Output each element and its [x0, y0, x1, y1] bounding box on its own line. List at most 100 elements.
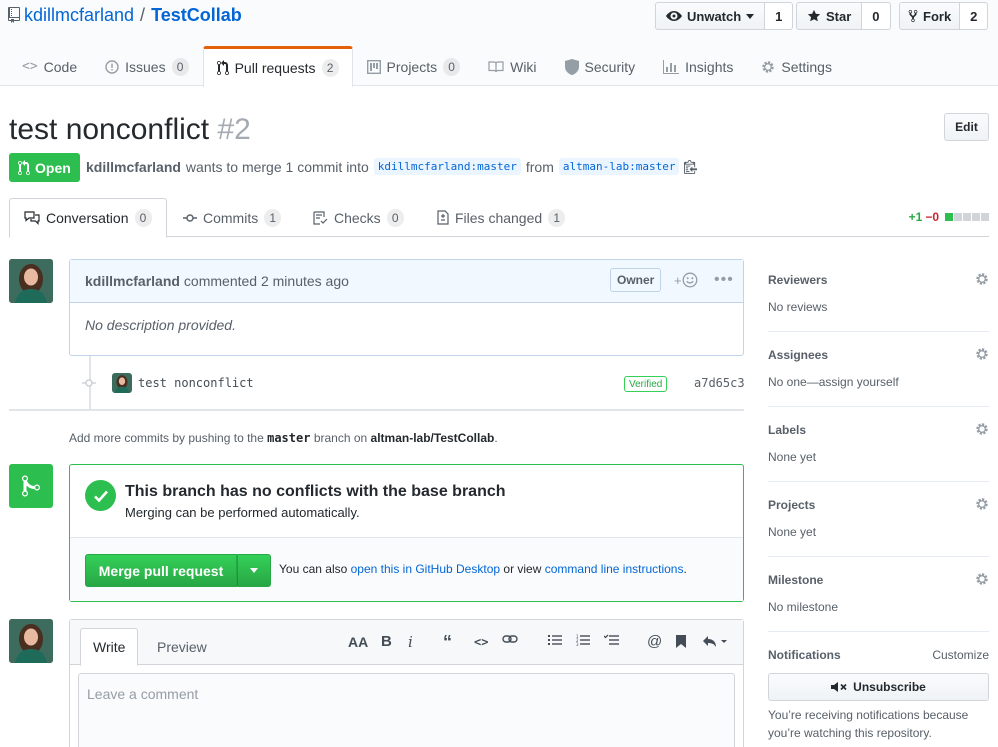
gear-icon[interactable]	[975, 271, 989, 287]
owner-badge: Owner	[610, 268, 662, 292]
open-desktop-link[interactable]: open this in GitHub Desktop	[351, 562, 500, 576]
pr-number: #2	[217, 113, 251, 146]
ordered-list-icon[interactable]: 123	[576, 634, 590, 646]
forks-count[interactable]: 2	[960, 2, 989, 30]
sidebar-reviewers[interactable]: Reviewers No reviews	[768, 273, 989, 332]
text-size-icon[interactable]: AA	[348, 634, 368, 650]
unwatch-label: Unwatch	[687, 8, 742, 24]
tab-commits[interactable]: Commits 1	[169, 198, 295, 237]
assignees-value[interactable]: No one—assign yourself	[768, 375, 899, 389]
nav-projects[interactable]: Projects 0	[353, 46, 475, 86]
comment-timestamp[interactable]: commented 2 minutes ago	[184, 273, 349, 289]
gear-icon[interactable]	[975, 421, 989, 437]
unsubscribe-button[interactable]: Unsubscribe	[768, 673, 989, 701]
tab-files-changed-label: Files changed	[455, 209, 543, 226]
watchers-count[interactable]: 1	[765, 2, 794, 30]
fork-button[interactable]: Fork	[899, 2, 961, 30]
sidebar-labels[interactable]: Labels None yet	[768, 423, 989, 482]
reply-icon[interactable]	[702, 634, 730, 648]
nav-insights[interactable]: Insights	[649, 46, 747, 86]
hint-repo: altman-lab/TestCollab	[370, 431, 495, 445]
avatar-image	[9, 259, 53, 303]
bold-icon[interactable]: B	[381, 634, 392, 650]
gear-icon[interactable]	[975, 496, 989, 512]
gear-icon[interactable]	[975, 346, 989, 362]
hint-middle: branch on	[313, 431, 368, 445]
mention-icon[interactable]: @	[647, 634, 662, 650]
nav-projects-label: Projects	[386, 58, 438, 75]
nav-wiki[interactable]: Wiki	[474, 46, 550, 86]
nav-code[interactable]: <> Code	[8, 46, 91, 86]
verified-badge[interactable]: Verified	[624, 376, 668, 392]
unordered-list-icon[interactable]	[548, 634, 562, 646]
write-tab[interactable]: Write	[80, 628, 139, 666]
labels-heading: Labels	[768, 423, 807, 437]
commit-sha-link[interactable]: a7d65c3	[694, 376, 745, 390]
comment-author-link[interactable]: kdillmcfarland	[85, 273, 180, 289]
commit-icon	[183, 213, 197, 222]
tab-files-changed[interactable]: Files changed 1	[423, 198, 579, 237]
milestone-value: No milestone	[768, 600, 839, 614]
avatar[interactable]	[9, 259, 53, 303]
sidebar-projects[interactable]: Projects None yet	[768, 498, 989, 557]
unwatch-button[interactable]: Unwatch	[655, 2, 766, 30]
nav-pull-requests[interactable]: Pull requests 2	[202, 46, 353, 87]
pr-state-label: Open	[35, 159, 71, 176]
nav-settings[interactable]: Settings	[747, 46, 846, 86]
merge-status: This branch has no conflicts with the ba…	[70, 465, 743, 538]
commit-message-link[interactable]: test nonconflict	[138, 376, 254, 390]
merge-method-dropdown[interactable]	[237, 554, 271, 587]
gear-icon	[762, 60, 775, 73]
saved-reply-icon[interactable]	[675, 634, 687, 649]
preview-tab[interactable]: Preview	[145, 628, 219, 665]
repo-nav: <> Code Issues 0 Pull requests 2 Project…	[8, 46, 846, 87]
head-branch[interactable]: altman-lab:master	[558, 158, 680, 175]
hint-prefix: Add more commits by pushing to the	[69, 431, 264, 445]
nav-security[interactable]: Security	[551, 46, 650, 86]
reviewers-heading: Reviewers	[768, 273, 828, 287]
repo-name-link[interactable]: TestCollab	[151, 4, 242, 26]
star-button[interactable]: Star	[796, 2, 863, 30]
tab-conversation[interactable]: Conversation 0	[9, 198, 167, 238]
customize-link[interactable]: Customize	[932, 648, 989, 662]
pr-from-text: from	[525, 158, 554, 175]
italic-icon[interactable]: i	[408, 634, 413, 650]
nav-pull-requests-label: Pull requests	[234, 60, 316, 76]
repo-owner-link[interactable]: kdillmcfarland	[24, 4, 134, 26]
quote-icon[interactable]: “	[443, 633, 452, 651]
edit-title-button[interactable]: Edit	[944, 113, 989, 141]
add-reaction-button[interactable]: +	[674, 272, 698, 288]
clipboard-icon[interactable]	[684, 159, 698, 174]
task-list-icon[interactable]	[604, 634, 619, 646]
kebab-horizontal-icon[interactable]: •••	[714, 271, 734, 289]
mute-icon	[831, 682, 847, 692]
code-icon[interactable]: <>	[474, 634, 488, 650]
comment-body: No description provided.	[85, 317, 236, 333]
command-line-link[interactable]: command line instructions	[545, 562, 684, 576]
merge-pull-request-button[interactable]: Merge pull request	[85, 554, 237, 587]
sidebar-assignees[interactable]: Assignees No one—assign yourself	[768, 348, 989, 407]
avatar[interactable]	[9, 619, 53, 663]
commit-icon	[82, 379, 96, 387]
eye-icon	[666, 11, 682, 21]
pr-author-link[interactable]: kdillmcfarland	[86, 159, 181, 175]
comment-composer: Write Preview AA B i “ <> 123 @ Leave a …	[69, 619, 744, 747]
commit-avatar[interactable]	[112, 373, 132, 393]
sidebar-milestone[interactable]: Milestone No milestone	[768, 573, 989, 632]
gear-icon[interactable]	[975, 571, 989, 587]
reply-glyph	[703, 636, 727, 647]
base-branch[interactable]: kdillmcfarland:master	[373, 158, 521, 175]
nav-issues[interactable]: Issues 0	[91, 46, 202, 86]
diffstat-deletions: −0	[925, 210, 939, 224]
link-icon[interactable]	[502, 634, 518, 644]
comment-box: kdillmcfarland commented 2 minutes ago O…	[69, 259, 744, 356]
push-hint: Add more commits by pushing to the maste…	[69, 431, 498, 445]
labels-value: None yet	[768, 450, 817, 464]
comment-header: kdillmcfarland commented 2 minutes ago O…	[70, 260, 743, 303]
comment-textarea[interactable]: Leave a comment	[78, 673, 735, 747]
stars-count[interactable]: 0	[862, 2, 891, 30]
pull-request-icon	[18, 159, 30, 175]
tab-checks[interactable]: Checks 0	[299, 198, 418, 237]
graph-icon	[663, 59, 680, 74]
tab-commits-count: 1	[264, 208, 282, 227]
